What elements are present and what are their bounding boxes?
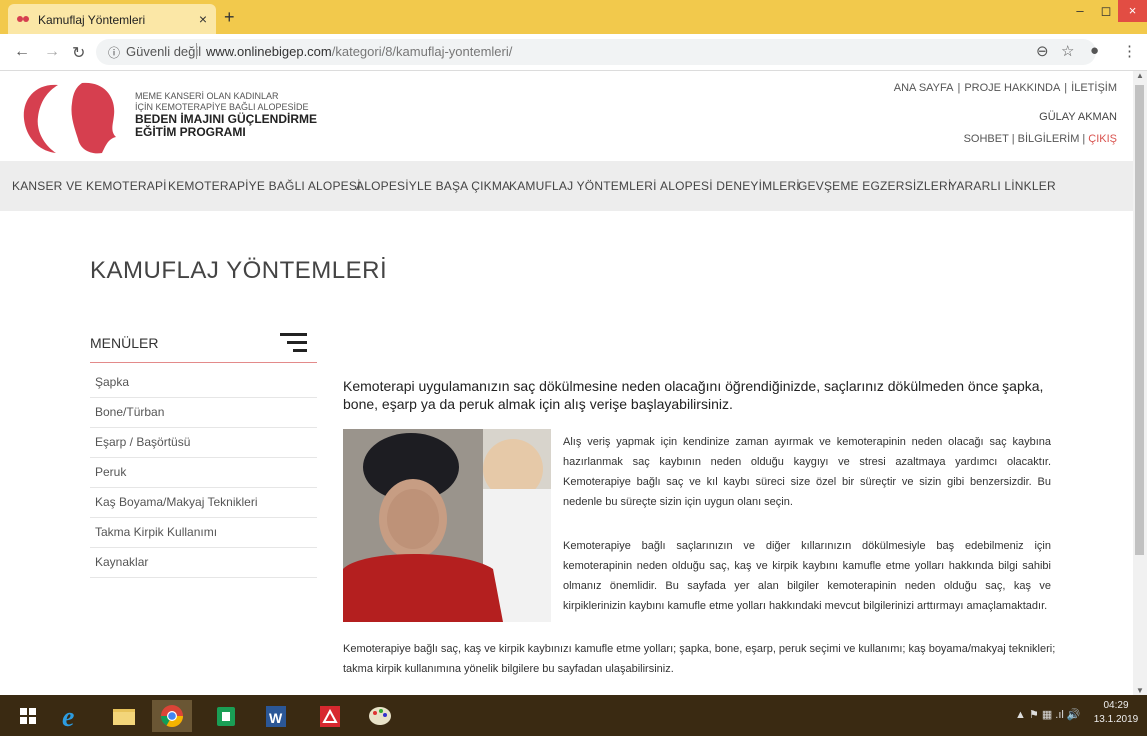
forward-icon[interactable]: → [44,43,60,61]
page-scrollbar[interactable]: ▲ ▼ [1133,71,1147,695]
top-sep: | [1064,82,1068,94]
menu-item-label: Bone/Türban [95,405,165,419]
clock-date: 13.1.2019 [1093,714,1139,725]
url-input[interactable]: ⓘ Güvenli değil www.onlinebigep.com/kate… [96,39,1096,65]
close-window-button[interactable]: × [1118,0,1147,22]
paragraph-1: Alış veriş yapmak için kendinize zaman a… [563,436,1051,508]
paragraph-3: Kemoterapiye bağlı saç, kaş ve kirpik ka… [343,643,1056,675]
address-bar: ← → ↻ ⓘ Güvenli değil www.onlinebigep.co… [0,34,1147,71]
article-photo [343,429,551,622]
svg-text:e: e [62,702,74,732]
nav-kamuflaj-yontemleri[interactable]: KAMUFLAJ YÖNTEMLERİ [509,179,657,193]
nav-alopesiyle-basa-cikma[interactable]: ALOPESİYLE BAŞA ÇIKMA [356,179,510,193]
windows-taskbar: e W ▲ ⚑ ▦ .ıl 🔊 04:29 13.1.2019 [0,695,1147,736]
profile-icon[interactable]: ● [1090,42,1099,59]
link-cikis[interactable]: ÇIKIŞ [1088,133,1117,145]
menu-item-label: Kaynaklar [95,555,149,569]
url-path: /kategori/8/kamuflaj-yontemleri/ [331,44,513,59]
page-title: KAMUFLAJ YÖNTEMLERİ [90,257,388,284]
nav-yararli-linkler[interactable]: YARARLI LİNKLER [949,179,1056,193]
scroll-down-icon[interactable]: ▼ [1136,686,1144,695]
browser-titlebar: Kamuflaj Yöntemleri × + – ◻ × [0,0,1147,34]
link-sohbet[interactable]: SOHBET [964,133,1009,145]
word-icon[interactable]: W [256,700,296,732]
menu-item-sapka[interactable]: Şapka [90,367,317,398]
security-label: Güvenli değil [126,44,202,59]
site-favicon-icon [17,16,29,22]
menu-item-esarp[interactable]: Eşarp / Başörtüsü [90,427,317,458]
url-text: www.onlinebigep.com/kategori/8/kamuflaj-… [206,44,512,59]
reload-icon[interactable]: ↻ [72,43,85,63]
link-iletisim[interactable]: İLETİŞİM [1071,82,1117,94]
back-icon[interactable]: ← [14,43,30,61]
zoom-icon[interactable]: ⊖ [1036,42,1049,60]
acrobat-icon[interactable] [310,700,350,732]
user-links: SOHBET | BİLGİLERİM | ÇIKIŞ [964,133,1117,145]
menu-item-kas-boyama[interactable]: Kaş Boyama/Makyaj Teknikleri [90,487,317,518]
brand-text: MEME KANSERİ OLAN KADINLAR İÇİN KEMOTERA… [135,91,317,139]
maximize-button[interactable]: ◻ [1094,0,1118,22]
windows-start-icon[interactable] [8,700,48,732]
file-explorer-icon[interactable] [104,700,144,732]
menu-item-bone-turban[interactable]: Bone/Türban [90,397,317,428]
menu-divider [90,362,317,363]
store-icon[interactable] [206,700,246,732]
menu-item-takma-kirpik[interactable]: Takma Kirpik Kullanımı [90,517,317,548]
menu-item-kaynaklar[interactable]: Kaynaklar [90,547,317,578]
clock-time: 04:29 [1103,700,1129,711]
top-sep: | [957,82,961,94]
tab-close-icon[interactable]: × [199,11,207,27]
nav-alopesi-deneyimleri[interactable]: ALOPESİ DENEYİMLERİ [660,179,800,193]
hamburger-icon[interactable] [280,333,307,353]
new-tab-button[interactable]: + [224,7,235,28]
menu-item-label: Peruk [95,465,127,479]
link-bilgilerim[interactable]: BİLGİLERİM [1018,133,1080,145]
menu-dots-icon[interactable]: ⋮ [1122,42,1137,60]
menu-item-label: Şapka [95,375,130,389]
info-icon[interactable]: ⓘ [108,44,120,61]
scroll-up-icon[interactable]: ▲ [1136,71,1144,80]
omnibox-divider [196,43,197,59]
tab-title: Kamuflaj Yöntemleri [38,13,146,27]
bookmark-star-icon[interactable]: ☆ [1061,42,1074,60]
link-ana-sayfa[interactable]: ANA SAYFA [894,82,954,94]
user-sep: | [1011,133,1015,145]
nav-kemoterapiye-bagli-alopesi[interactable]: KEMOTERAPİYE BAĞLI ALOPESİ [168,179,361,193]
top-links: ANA SAYFA | PROJE HAKKINDA | İLETİŞİM [894,82,1117,94]
svg-text:W: W [269,710,283,726]
menu-item-label: Eşarp / Başörtüsü [95,435,191,449]
brand-line-1: MEME KANSERİ OLAN KADINLAR [135,91,279,101]
minimize-button[interactable]: – [1068,0,1092,22]
paint-icon[interactable] [360,700,400,732]
taskbar-clock[interactable]: 04:29 13.1.2019 [1092,699,1140,727]
chrome-icon[interactable] [152,700,192,732]
nav-gevseme-egzersizleri[interactable]: GEVŞEME EGZERSİZLERİ [798,179,951,193]
brand-line-4: EĞİTİM PROGRAMI [135,125,246,139]
menu-item-peruk[interactable]: Peruk [90,457,317,488]
menu-item-label: Kaş Boyama/Makyaj Teknikleri [95,495,258,509]
scrollbar-thumb[interactable] [1135,85,1144,555]
photo-illustration [343,429,551,622]
main-nav: KANSER VE KEMOTERAPİ KEMOTERAPİYE BAĞLI … [0,161,1133,211]
system-tray-icons[interactable]: ▲ ⚑ ▦ .ıl 🔊 [1015,708,1081,721]
link-proje-hakkinda[interactable]: PROJE HAKKINDA [964,82,1060,94]
paragraph-2: Kemoterapiye bağlı saçlarınızın ve diğer… [563,540,1051,612]
browser-tab[interactable]: Kamuflaj Yöntemleri × [8,4,216,34]
menu-item-label: Takma Kirpik Kullanımı [95,525,218,539]
user-sep: | [1082,133,1086,145]
nav-kanser-ve-kemoterapi[interactable]: KANSER VE KEMOTERAPİ [12,179,167,193]
web-page: MEME KANSERİ OLAN KADINLAR İÇİN KEMOTERA… [0,71,1133,695]
menu-heading: MENÜLER [90,335,159,351]
user-name: GÜLAY AKMAN [1039,111,1117,123]
lead-paragraph: Kemoterapi uygulamanızın saç dökülmesine… [343,378,1044,412]
internet-explorer-icon[interactable]: e [54,700,94,732]
url-host: www.onlinebigep.com [206,44,332,59]
brand-logo-icon [23,82,116,154]
